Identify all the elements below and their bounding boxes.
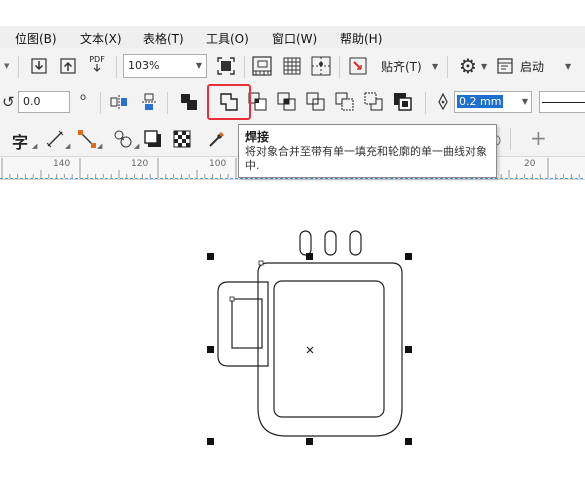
connector-tool-icon[interactable]	[76, 128, 98, 150]
outline-width-value: 0.2 mm	[457, 95, 504, 108]
settings-icon[interactable]: ⚙	[457, 55, 479, 77]
node-handle[interactable]	[258, 260, 264, 266]
menu-tools[interactable]: 工具(O)	[206, 30, 249, 47]
boundary-icon[interactable]	[392, 91, 414, 113]
separator	[447, 56, 448, 78]
back-minus-front-icon[interactable]	[363, 91, 385, 113]
tooltip-description: 将对象合并至带有单一填充和轮廓的单一曲线对象中.	[245, 145, 487, 172]
selection-handle-top[interactable]	[306, 253, 313, 260]
chevron-down-icon[interactable]: ▼	[522, 92, 528, 112]
zoom-level-field[interactable]: 103% ▼	[123, 54, 207, 78]
chevron-down-icon[interactable]: ▼	[565, 62, 571, 71]
separator	[244, 56, 245, 78]
separator	[18, 56, 19, 78]
ruler-label: 20	[524, 159, 536, 169]
selection-handle-bottom[interactable]	[306, 438, 313, 445]
separator	[167, 92, 168, 114]
rotate-icon: ↺	[2, 93, 15, 111]
weld-button-highlight	[207, 84, 251, 120]
flyout-arrow-icon: ◢	[134, 142, 140, 150]
dimension-tool-icon[interactable]	[44, 128, 66, 150]
container-body-shape[interactable]	[257, 262, 403, 437]
ruler-label: 120	[131, 159, 149, 169]
front-minus-back-icon[interactable]	[334, 91, 356, 113]
pdf-label: PDF	[89, 55, 105, 64]
drawing-canvas[interactable]	[0, 178, 585, 493]
chevron-down-icon[interactable]: ▼	[196, 55, 202, 77]
mirror-vertical-icon[interactable]	[138, 91, 160, 113]
line-style-preview	[542, 102, 585, 103]
center-marker-icon	[306, 346, 314, 354]
selection-handle-top-left[interactable]	[207, 253, 214, 260]
selection-handle-right[interactable]	[405, 346, 412, 353]
handle-shape[interactable]	[217, 281, 269, 367]
ruler-label: 100	[209, 159, 227, 169]
lid-pin-right[interactable]	[349, 230, 362, 256]
grid-icon[interactable]	[281, 55, 303, 77]
degree-icon: o	[80, 92, 87, 103]
zoom-level-value: 103%	[128, 59, 160, 72]
outline-width-field[interactable]: 0.2 mm ▼	[454, 91, 532, 113]
pen-outline-icon[interactable]	[432, 91, 454, 113]
guidelines-icon[interactable]	[310, 55, 332, 77]
selection-handle-bottom-left[interactable]	[207, 438, 214, 445]
property-bar: ↺ 0.0 o 0.2 mm ▼	[0, 86, 585, 123]
blend-tool-icon[interactable]	[112, 128, 134, 150]
separator	[425, 92, 426, 114]
weld-tooltip: 焊接 将对象合并至带有单一填充和轮廓的单一曲线对象中.	[238, 124, 497, 178]
chevron-down-icon[interactable]: ▼	[432, 62, 438, 71]
lid-pin-middle[interactable]	[324, 230, 337, 256]
snap-label[interactable]: 贴齐(T)	[381, 58, 422, 75]
separator	[510, 128, 511, 150]
lid-pin-left[interactable]	[299, 230, 312, 256]
menu-help[interactable]: 帮助(H)	[340, 30, 382, 47]
eyedropper-tool-icon[interactable]	[206, 128, 228, 150]
menu-text[interactable]: 文本(X)	[80, 30, 122, 47]
container-window-shape[interactable]	[273, 280, 385, 418]
mirror-horizontal-icon[interactable]	[108, 91, 130, 113]
launch-icon[interactable]	[494, 55, 516, 77]
menu-table[interactable]: 表格(T)	[143, 30, 184, 47]
separator	[100, 92, 101, 114]
outline-style-selector[interactable]	[539, 91, 585, 113]
chevron-down-icon[interactable]: ▼	[481, 62, 487, 71]
flyout-arrow-icon: ◢	[97, 142, 103, 150]
intersect-icon[interactable]	[276, 91, 298, 113]
drop-shadow-tool-icon[interactable]	[142, 128, 164, 150]
chevron-down-icon[interactable]: ▼	[4, 62, 9, 70]
simplify-icon[interactable]	[305, 91, 327, 113]
selection-handle-left[interactable]	[207, 346, 214, 353]
combine-icon[interactable]	[178, 91, 200, 113]
menu-window[interactable]: 窗口(W)	[272, 30, 317, 47]
snap-icon[interactable]	[347, 55, 369, 77]
transparency-tool-icon[interactable]	[171, 128, 193, 150]
menu-bar: 位图(B) 文本(X) 表格(T) 工具(O) 窗口(W) 帮助(H)	[0, 26, 585, 48]
flyout-arrow-icon: ◢	[32, 142, 38, 150]
ruler-label: 140	[53, 159, 71, 169]
launch-label[interactable]: 启动	[520, 58, 544, 75]
full-screen-icon[interactable]	[215, 55, 237, 77]
separator	[339, 56, 340, 78]
selection-handle-top-right[interactable]	[405, 253, 412, 260]
rotation-angle-field[interactable]: 0.0	[18, 91, 70, 113]
selection-handle-bottom-right[interactable]	[405, 438, 412, 445]
pdf-icon[interactable]: PDF	[86, 54, 108, 76]
menu-bitmap[interactable]: 位图(B)	[15, 30, 57, 47]
standard-toolbar: ▼ PDF 103% ▼ 贴齐(T) ▼ ⚙ ▼ 启动 ▼	[0, 48, 585, 87]
flyout-arrow-icon: ◢	[65, 142, 71, 150]
tooltip-title: 焊接	[245, 130, 270, 144]
separator	[116, 56, 117, 78]
add-tool-button[interactable]: +	[530, 126, 547, 150]
import-icon[interactable]	[28, 55, 50, 77]
export-icon[interactable]	[57, 55, 79, 77]
rulers-icon[interactable]	[251, 55, 273, 77]
rotation-angle-value: 0.0	[23, 95, 41, 108]
text-tool-icon[interactable]: 字	[12, 129, 28, 153]
node-handle[interactable]	[229, 296, 235, 302]
